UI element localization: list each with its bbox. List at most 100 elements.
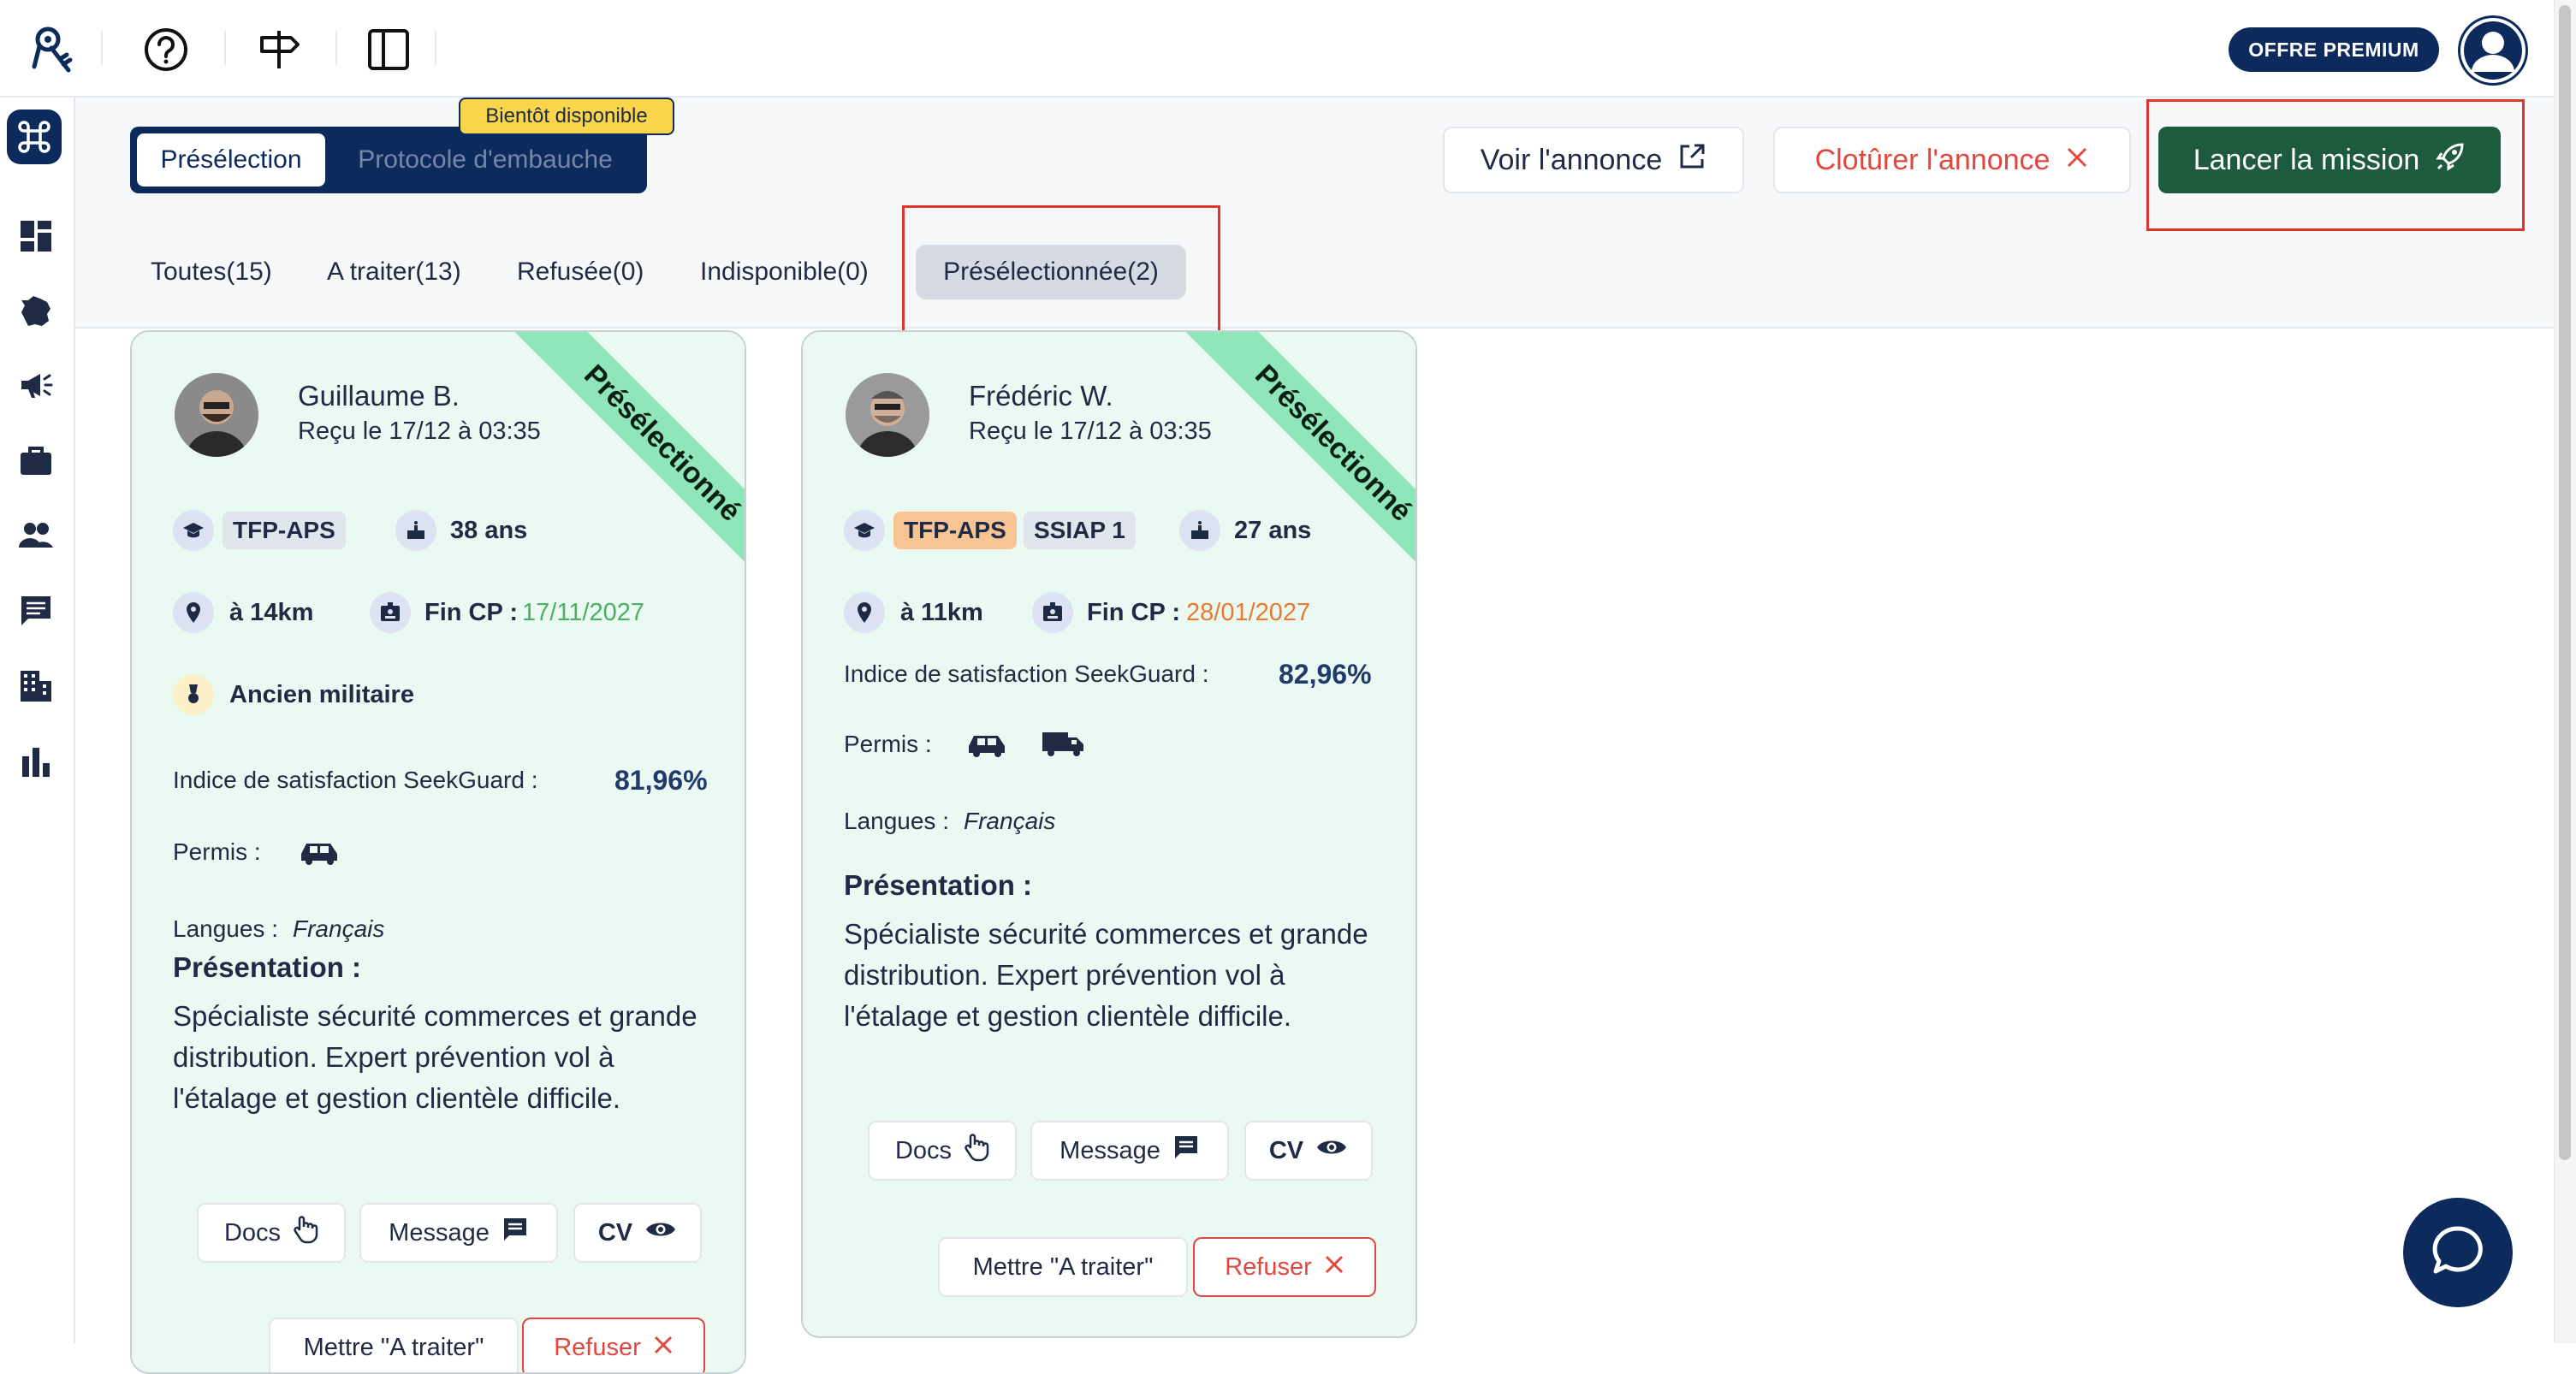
preselected-ribbon: Présélectionné [486, 332, 745, 619]
message-label: Message [389, 1218, 490, 1247]
cv-label: CV [1268, 1136, 1304, 1164]
candidate-photo [846, 373, 929, 457]
received-date: Reçu le 17/12 à 03:35 [298, 418, 541, 445]
birthday-cake-icon [1179, 510, 1220, 551]
hand-icon [964, 1133, 989, 1169]
mettre-a-traiter-button[interactable]: Mettre "A traiter" [269, 1318, 519, 1372]
presentation-title: Présentation : [844, 869, 1033, 901]
building-icon[interactable] [14, 664, 58, 708]
received-date: Reçu le 17/12 à 03:35 [969, 418, 1212, 445]
graduation-cap-icon [173, 510, 214, 551]
close-icon [2065, 144, 2089, 177]
message-icon [502, 1216, 529, 1250]
cv-button[interactable]: CV [573, 1203, 702, 1263]
presentation-text: Spécialiste sécurité commerces et grande… [844, 918, 1368, 1032]
hand-icon [293, 1215, 318, 1251]
view-offer-button[interactable]: Voir l'annonce [1443, 127, 1744, 193]
megaphone-icon[interactable] [14, 363, 58, 407]
tab-toutes[interactable]: Toutes(15) [151, 252, 272, 293]
certification-chip: SSIAP 1 [1024, 512, 1136, 549]
candidate-name: Guillaume B. [298, 380, 460, 412]
close-icon [1324, 1253, 1344, 1282]
langues-value: Français [293, 915, 385, 942]
satisfaction-label: Indice de satisfaction SeekGuard : [844, 660, 1209, 687]
help-circle-icon[interactable] [135, 19, 197, 80]
command-icon[interactable] [7, 110, 62, 164]
view-offer-label: Voir l'annonce [1480, 143, 1663, 176]
mettre-a-traiter-button[interactable]: Mettre "A traiter" [938, 1237, 1188, 1297]
tab-refusee[interactable]: Refusée(0) [517, 252, 644, 293]
chat-bubble-icon [2431, 1223, 2485, 1282]
satisfaction-value: 81,96% [614, 765, 708, 796]
mettre-a-traiter-label: Mettre "A traiter" [303, 1333, 484, 1361]
candidate-distance: à 11km [900, 599, 983, 626]
langues-label: Langues : [173, 915, 278, 942]
close-icon [653, 1334, 674, 1362]
user-avatar[interactable] [2458, 15, 2528, 86]
candidate-age: 27 ans [1234, 517, 1312, 544]
presentation-title: Présentation : [173, 951, 362, 983]
fin-cp-value: 17/11/2027 [522, 599, 644, 626]
signpost-icon[interactable] [248, 19, 310, 80]
docs-button[interactable]: Docs [197, 1203, 346, 1263]
refuse-label: Refuser [554, 1333, 641, 1361]
id-badge-icon [370, 592, 411, 633]
candidate-card: Présélectionné Frédéric W. Reçu le 17/12… [801, 330, 1417, 1338]
certification-chip: TFP-APS [223, 512, 346, 549]
truck-icon [1039, 725, 1087, 764]
docs-label: Docs [223, 1218, 282, 1247]
scrollbar-thumb[interactable] [2559, 5, 2571, 1160]
graduation-cap-icon [844, 510, 885, 551]
launch-mission-highlight [2146, 99, 2525, 231]
langues-label: Langues : [844, 808, 949, 834]
toggle-preselection[interactable]: Présélection [137, 133, 325, 187]
bar-chart-icon[interactable] [14, 739, 58, 784]
chat-icon[interactable] [14, 589, 58, 633]
premium-offer-button[interactable]: OFFRE PREMIUM [2229, 27, 2439, 72]
message-button[interactable]: Message [359, 1203, 558, 1263]
message-button[interactable]: Message [1030, 1121, 1229, 1181]
external-link-icon [1677, 142, 1706, 179]
candidate-name: Frédéric W. [969, 380, 1113, 412]
cv-button[interactable]: CV [1244, 1121, 1373, 1181]
people-icon[interactable] [14, 513, 58, 558]
dashboard-icon[interactable] [14, 214, 58, 258]
toggle-hiring-protocol[interactable]: Protocole d'embauche [334, 133, 637, 187]
presentation-text: Spécialiste sécurité commerces et grande… [173, 1000, 697, 1114]
docs-button[interactable]: Docs [868, 1121, 1017, 1181]
candidate-photo [175, 373, 258, 457]
tab-a-traiter[interactable]: A traiter(13) [327, 252, 461, 293]
coming-soon-badge: Bientôt disponible [459, 98, 674, 135]
satisfaction-value: 82,96% [1279, 659, 1372, 690]
tab-highlight [902, 205, 1220, 335]
france-map-icon[interactable] [14, 289, 58, 334]
refuse-button[interactable]: Refuser [522, 1318, 705, 1372]
car-icon [296, 833, 342, 872]
close-offer-button[interactable]: Clotûrer l'annonce [1773, 127, 2131, 193]
military-status: Ancien militaire [229, 681, 414, 708]
certification-chip: TFP-APS [893, 512, 1017, 549]
mettre-a-traiter-label: Mettre "A traiter" [972, 1253, 1154, 1281]
refuse-label: Refuser [1225, 1253, 1312, 1281]
permis-label: Permis : [173, 838, 261, 865]
fin-cp-value: 28/01/2027 [1186, 599, 1311, 626]
preselected-ribbon: Présélectionné [1157, 332, 1416, 619]
langues-value: Français [964, 808, 1056, 834]
candidate-age: 38 ans [450, 517, 528, 544]
chat-support-button[interactable] [2403, 1198, 2513, 1307]
briefcase-icon[interactable] [14, 438, 58, 483]
top-bar [0, 0, 2576, 98]
location-pin-icon [173, 592, 214, 633]
message-icon [1172, 1134, 1200, 1168]
refuse-button[interactable]: Refuser [1193, 1237, 1376, 1297]
message-label: Message [1059, 1136, 1160, 1164]
sidebar-panel-icon[interactable] [358, 19, 419, 80]
keys-logo-icon[interactable] [24, 19, 86, 80]
birthday-cake-icon [395, 510, 436, 551]
tab-indisponible[interactable]: Indisponible(0) [700, 252, 869, 293]
docs-label: Docs [894, 1136, 953, 1164]
satisfaction-label: Indice de satisfaction SeekGuard : [173, 767, 538, 793]
location-pin-icon [844, 592, 885, 633]
candidate-distance: à 14km [229, 599, 314, 626]
fin-cp-label: Fin CP : [1087, 599, 1181, 626]
